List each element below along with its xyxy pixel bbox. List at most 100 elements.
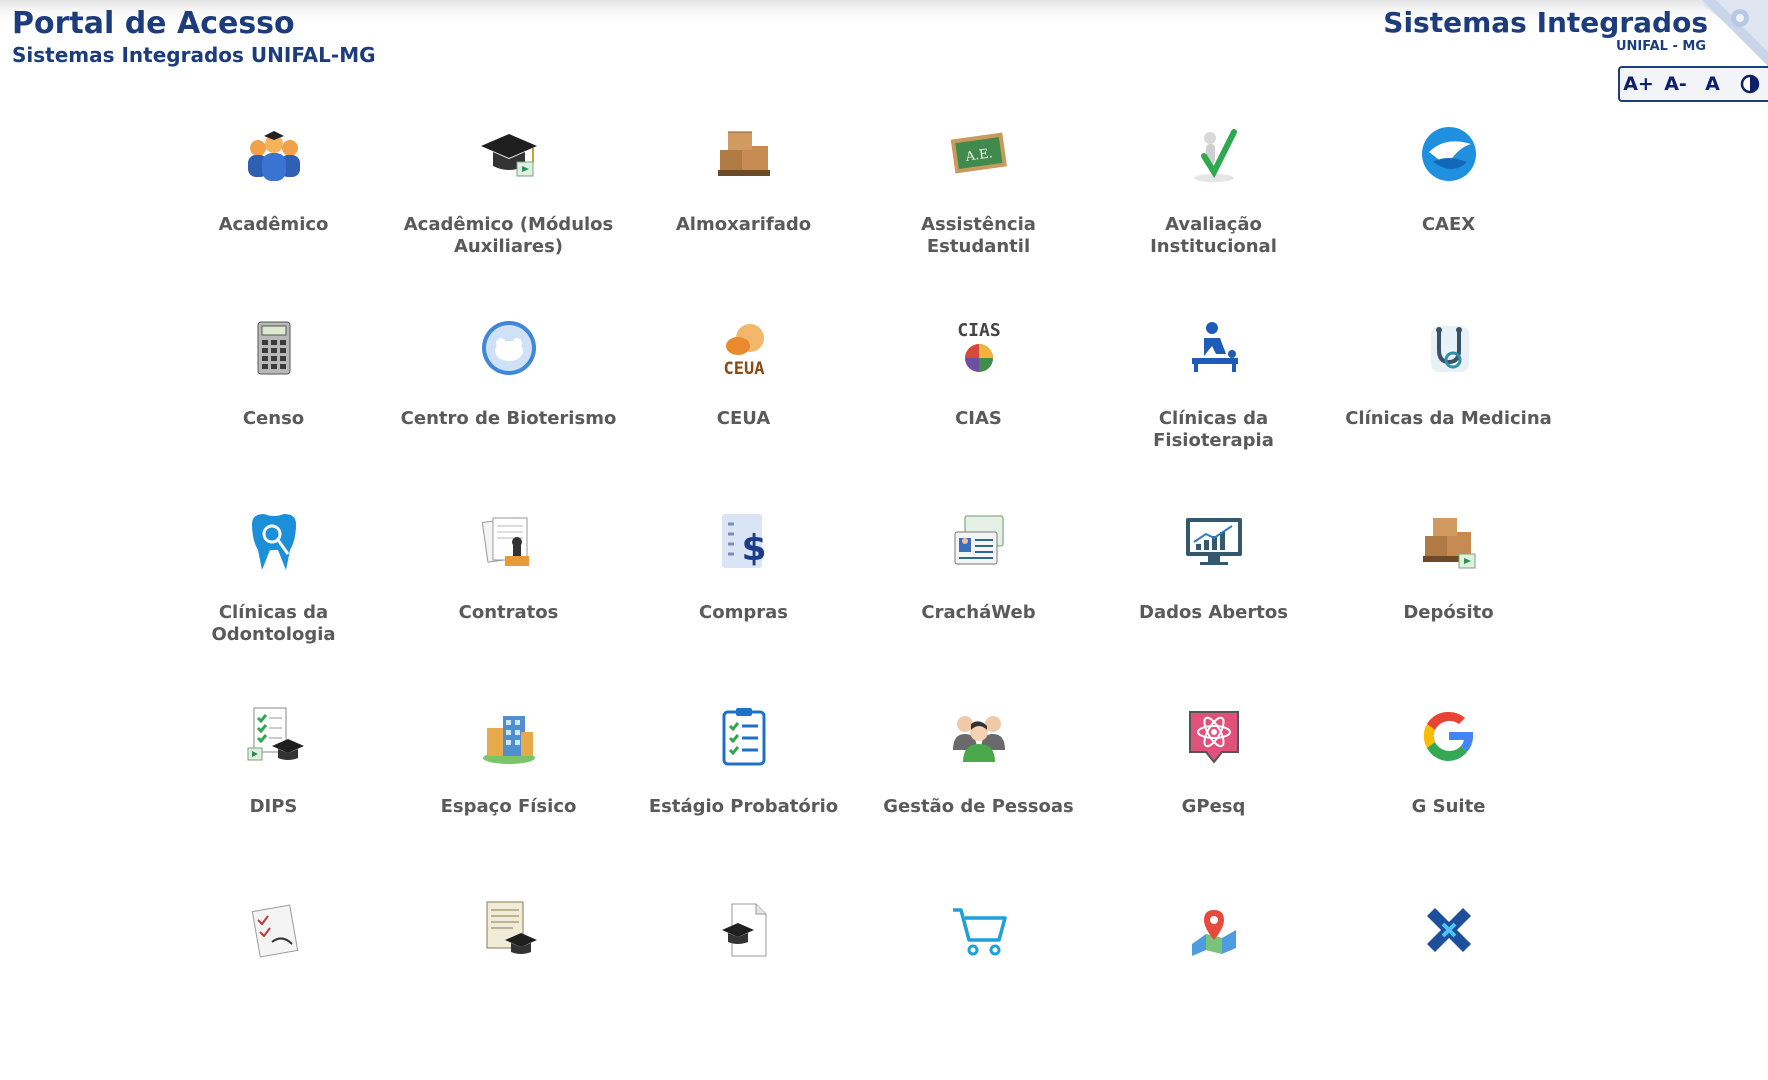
system-tile-crachaweb[interactable]: CracháWeb [861,498,1096,692]
system-tile-caex[interactable]: CAEX [1331,110,1566,304]
atom-badge-icon [1178,700,1250,772]
system-label: GPesq [1181,796,1246,817]
system-tile-centro-bioterismo[interactable]: Centro de Bioterismo [391,304,626,498]
chalkboard-icon: A.E. [943,118,1015,190]
system-label: Acadêmico [218,214,329,235]
mouse-badge-icon [473,312,545,384]
system-tile-dados-abertos[interactable]: Dados Abertos [1096,498,1331,692]
system-label: Censo [242,408,305,429]
system-tile-deposito[interactable]: Depósito [1331,498,1566,692]
deposit-boxes-icon [1413,506,1485,578]
certificate-cap-icon [473,894,545,966]
system-label: Centro de Bioterismo [400,408,617,429]
system-tile-compras[interactable]: $ Compras [626,498,861,692]
checklist-cap-icon [238,700,310,772]
system-tile-clinicas-medicina[interactable]: Clínicas da Medicina [1331,304,1566,498]
system-tile-g-suite[interactable]: G Suite [1331,692,1566,886]
boxes-pallet-icon [708,118,780,190]
contrast-icon [1740,74,1759,94]
system-label: Acadêmico (Módulos Auxiliares) [403,214,614,257]
shopping-cart-icon [943,894,1015,966]
google-icon [1413,700,1485,772]
system-label: CracháWeb [921,602,1036,623]
system-tile-censo[interactable]: Censo [156,304,391,498]
clipboard-check-icon [708,700,780,772]
system-label: Clínicas da Fisioterapia [1153,408,1274,451]
system-tile-certificate[interactable] [391,886,626,1080]
system-tile-gestao-pessoas[interactable]: Gestão de Pessoas [861,692,1096,886]
checkmark-person-icon [1178,118,1250,190]
people-group-icon [943,700,1015,772]
brand-title: Sistemas Integrados [1383,6,1708,39]
system-label: CEUA [716,408,771,429]
system-label: CIAS [955,408,1002,429]
system-tile-cias[interactable]: CIAS CIAS [861,304,1096,498]
system-tile-ceua[interactable]: CEUA CEUA [626,304,861,498]
caex-logo-icon [1413,118,1485,190]
monitor-chart-icon [1178,506,1250,578]
cias-logo-icon: CIAS [943,312,1015,384]
svg-text:CEUA: CEUA [723,359,764,379]
system-tile-academico[interactable]: Acadêmico [156,110,391,304]
system-label: Contratos [458,602,559,623]
system-tile-clinicas-fisioterapia[interactable]: Clínicas da Fisioterapia [1096,304,1331,498]
svg-text:$: $ [741,528,766,569]
system-tile-dips[interactable]: DIPS [156,692,391,886]
brand-swoosh-icon [1698,0,1768,66]
signed-document-icon [238,894,310,966]
system-tile-shopping-cart[interactable] [861,886,1096,1080]
system-tile-clinicas-odontologia[interactable]: Clínicas da Odontologia [156,498,391,692]
contrast-button[interactable] [1731,68,1768,100]
accessibility-toolbar: A+ A- A [1618,66,1768,102]
system-tile-almoxarifado[interactable]: Almoxarifado [626,110,861,304]
system-tile-gpesq[interactable]: GPesq [1096,692,1331,886]
system-label: Compras [699,602,788,623]
system-label: G Suite [1411,796,1486,817]
system-tile-map[interactable] [1096,886,1331,1080]
academic-users-icon [238,118,310,190]
building-icon [473,700,545,772]
system-tile-espaco-fisico[interactable]: Espaço Físico [391,692,626,886]
contract-stamp-icon [473,506,545,578]
brand-logo: Sistemas Integrados UNIFAL - MG [1383,6,1708,54]
tooth-icon [238,506,310,578]
system-label: Almoxarifado [675,214,812,235]
ceua-logo-icon: CEUA [708,312,780,384]
purchase-list-icon: $ [708,506,780,578]
system-tile-academico-modulos[interactable]: Acadêmico (Módulos Auxiliares) [391,110,626,304]
system-label: Espaço Físico [440,796,577,817]
document-cap-icon [708,894,780,966]
system-tile-document-cap[interactable] [626,886,861,1080]
page-title-block: Portal de Acesso Sistemas Integrados UNI… [12,6,376,68]
font-increase-button[interactable]: A+ [1620,68,1657,100]
system-label: Clínicas da Odontologia [211,602,336,645]
system-tile-cross-logo[interactable] [1331,886,1566,1080]
system-label: Avaliação Institucional [1150,214,1277,257]
graduation-cap-icon [473,118,545,190]
page-subtitle: Sistemas Integrados UNIFAL-MG [12,43,376,67]
font-reset-button[interactable]: A [1694,68,1731,100]
system-tile-contratos[interactable]: Contratos [391,498,626,692]
page-title: Portal de Acesso [12,6,295,41]
system-label: Estágio Probatório [648,796,839,817]
calculator-icon [238,312,310,384]
system-label: Clínicas da Medicina [1345,408,1552,429]
font-decrease-button[interactable]: A- [1657,68,1694,100]
brand-subtitle: UNIFAL - MG [1615,39,1706,54]
stethoscope-icon [1413,312,1485,384]
system-label: DIPS [249,796,298,817]
system-tile-assistencia-estudantil[interactable]: A.E. Assistência Estudantil [861,110,1096,304]
system-label: Gestão de Pessoas [883,796,1074,817]
systems-grid: Acadêmico Acadêmico (Módulos Auxiliares)… [156,110,1566,1080]
system-tile-avaliacao-institucional[interactable]: Avaliação Institucional [1096,110,1331,304]
system-tile-signed-document[interactable] [156,886,391,1080]
system-label: Dados Abertos [1139,602,1288,623]
system-label: Depósito [1403,602,1494,623]
svg-text:CIAS: CIAS [957,320,1000,341]
cross-logo-icon [1413,894,1485,966]
physiotherapy-icon [1178,312,1250,384]
system-tile-estagio-probatorio[interactable]: Estágio Probatório [626,692,861,886]
badge-card-icon [943,506,1015,578]
system-label: Assistência Estudantil [921,214,1036,257]
system-label: CAEX [1421,214,1476,235]
